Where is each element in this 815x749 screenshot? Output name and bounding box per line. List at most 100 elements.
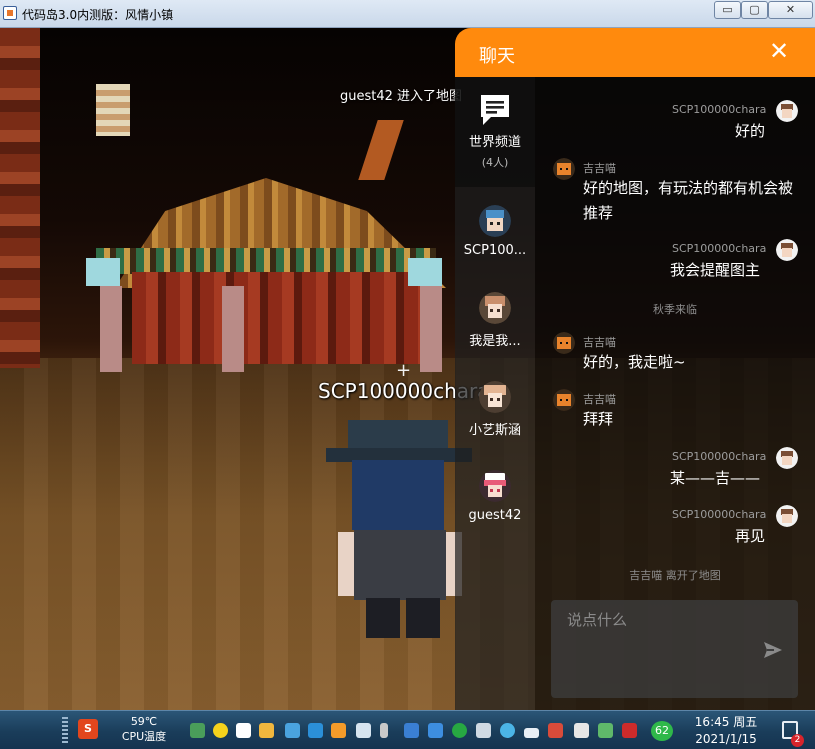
maximize-icon: ▢ bbox=[749, 3, 760, 16]
action-center-badge: 2 bbox=[791, 734, 804, 747]
minimize-button[interactable]: ▭ bbox=[714, 1, 741, 19]
chat-bubble-icon bbox=[481, 95, 509, 125]
channel-list: 世界频道 (4人) SCP100... 我是我... 小艺斯涵 guest42 bbox=[455, 77, 535, 710]
message-text: 好的地图，有玩法的都有机会被推荐 bbox=[583, 179, 794, 222]
pavilion-wall bbox=[132, 272, 422, 364]
close-icon: ✕ bbox=[785, 3, 796, 16]
security-tray-icon[interactable] bbox=[622, 723, 637, 738]
service-tray-icon[interactable] bbox=[404, 723, 419, 738]
system-note: 秋季来临 bbox=[653, 303, 697, 316]
world-channel-count: (4人) bbox=[481, 156, 509, 169]
join-notice: guest42 进入了地图 bbox=[340, 89, 463, 104]
signal-icon[interactable] bbox=[524, 728, 539, 738]
pillar bbox=[420, 286, 442, 372]
window-title-bar: 代码岛3.0内测版：风情小镇 ▭ ▢ ✕ bbox=[0, 0, 815, 28]
contact-name: 小艺斯涵 bbox=[468, 423, 521, 438]
taskbar: S 59℃ CPU温度 62 16:45 周五 2021/1/15 2 bbox=[0, 710, 815, 749]
contact-item[interactable]: SCP100... bbox=[455, 205, 535, 291]
sender-avatar bbox=[776, 100, 798, 122]
tree-trunk bbox=[0, 28, 40, 368]
contact-name: guest42 bbox=[468, 508, 522, 523]
chat-tray-icon[interactable] bbox=[213, 723, 228, 738]
chat-title: 聊天 bbox=[479, 46, 515, 67]
world-channel-item[interactable]: 世界频道 (4人) bbox=[455, 77, 535, 187]
app-tray-icon[interactable] bbox=[548, 723, 563, 738]
message-text: 好的 bbox=[735, 122, 766, 140]
sender-avatar bbox=[553, 158, 575, 180]
close-icon: ✕ bbox=[768, 37, 790, 65]
tray-app-icon[interactable] bbox=[190, 723, 205, 738]
contact-item[interactable]: guest42 bbox=[455, 470, 535, 556]
temperature-label: CPU温度 bbox=[121, 730, 167, 743]
settings-tray-icon[interactable] bbox=[356, 723, 371, 738]
message-sender: SCP100000chara bbox=[672, 242, 767, 255]
contact-avatar bbox=[479, 470, 511, 502]
taskbar-grip[interactable] bbox=[62, 717, 68, 745]
player-head bbox=[352, 460, 444, 530]
send-icon[interactable] bbox=[763, 640, 783, 660]
contact-avatar bbox=[479, 205, 511, 237]
minimize-icon: ▭ bbox=[722, 3, 733, 16]
notification-count-badge[interactable]: 62 bbox=[651, 721, 673, 741]
contact-avatar bbox=[479, 381, 511, 413]
chat-input-box bbox=[551, 600, 798, 698]
search-tray-icon[interactable] bbox=[308, 723, 323, 738]
contact-item[interactable]: 我是我... bbox=[455, 292, 535, 378]
chat-close-button[interactable]: ✕ bbox=[767, 38, 791, 64]
player-leg bbox=[406, 598, 440, 638]
player-leg bbox=[366, 598, 400, 638]
taskbar-clock[interactable]: 16:45 周五 2021/1/15 bbox=[686, 714, 766, 748]
world-channel-label: 世界频道 bbox=[468, 135, 521, 150]
sender-avatar bbox=[553, 389, 575, 411]
temperature-value: 59℃ bbox=[130, 715, 158, 728]
pillar bbox=[100, 286, 122, 372]
contact-avatar bbox=[479, 292, 511, 324]
cpu-temperature: 59℃ CPU温度 bbox=[118, 714, 170, 744]
player-avatar bbox=[326, 420, 476, 640]
chat-input[interactable] bbox=[551, 600, 751, 640]
window-title: 代码岛3.0内测版：风情小镇 bbox=[22, 8, 174, 22]
sender-avatar bbox=[776, 505, 798, 527]
clock-date: 2021/1/15 bbox=[695, 732, 757, 746]
close-window-button[interactable]: ✕ bbox=[768, 1, 813, 19]
message-text: 再见 bbox=[735, 527, 766, 545]
volume-icon[interactable] bbox=[476, 723, 491, 738]
pavilion-roof-edge bbox=[96, 248, 436, 274]
message-sender: 吉吉喵 bbox=[583, 393, 616, 406]
window-tray-icon[interactable] bbox=[236, 723, 251, 738]
sender-avatar bbox=[776, 239, 798, 261]
crosshair: + bbox=[396, 360, 412, 381]
contact-name: 我是我... bbox=[469, 334, 521, 349]
pillar bbox=[222, 286, 244, 372]
contact-name: SCP100... bbox=[463, 243, 527, 258]
message-sender: SCP100000chara bbox=[672, 103, 767, 116]
message-text: 我会提醒图主 bbox=[670, 261, 761, 279]
thermometer-icon[interactable] bbox=[380, 723, 388, 738]
message-text: 拜拜 bbox=[583, 410, 614, 428]
player-body bbox=[354, 530, 446, 600]
lantern-block bbox=[96, 84, 130, 136]
folder-tray-icon[interactable] bbox=[259, 723, 274, 738]
sender-avatar bbox=[553, 332, 575, 354]
message-text: 好的，我走啦~ bbox=[583, 353, 686, 371]
message-sender: SCP100000chara bbox=[672, 508, 767, 521]
shield-icon[interactable] bbox=[428, 723, 443, 738]
plus-tray-icon[interactable] bbox=[452, 723, 467, 738]
chat-panel: 聊天 ✕ 世界频道 (4人) SCP100... 我是我... 小艺斯涵 gue… bbox=[455, 28, 815, 710]
contact-item[interactable]: 小艺斯涵 bbox=[455, 381, 535, 467]
app-icon bbox=[3, 6, 17, 20]
message-sender: 吉吉喵 bbox=[583, 162, 616, 175]
maximize-button[interactable]: ▢ bbox=[741, 1, 768, 19]
message-text: 某——吉—— bbox=[670, 469, 761, 487]
tools-tray-icon[interactable] bbox=[598, 723, 613, 738]
clock-time: 16:45 周五 bbox=[694, 715, 758, 729]
system-note: 吉吉喵 离开了地图 bbox=[629, 569, 721, 582]
roof-spire bbox=[358, 120, 404, 180]
lamp bbox=[86, 258, 120, 286]
network-tray-icon[interactable] bbox=[285, 723, 300, 738]
app-shortcut-icon[interactable]: S bbox=[78, 719, 98, 739]
message-sender: SCP100000chara bbox=[672, 450, 767, 463]
browser-tray-icon[interactable] bbox=[500, 723, 515, 738]
pictures-tray-icon[interactable] bbox=[331, 723, 346, 738]
clipboard-icon[interactable] bbox=[574, 723, 589, 738]
